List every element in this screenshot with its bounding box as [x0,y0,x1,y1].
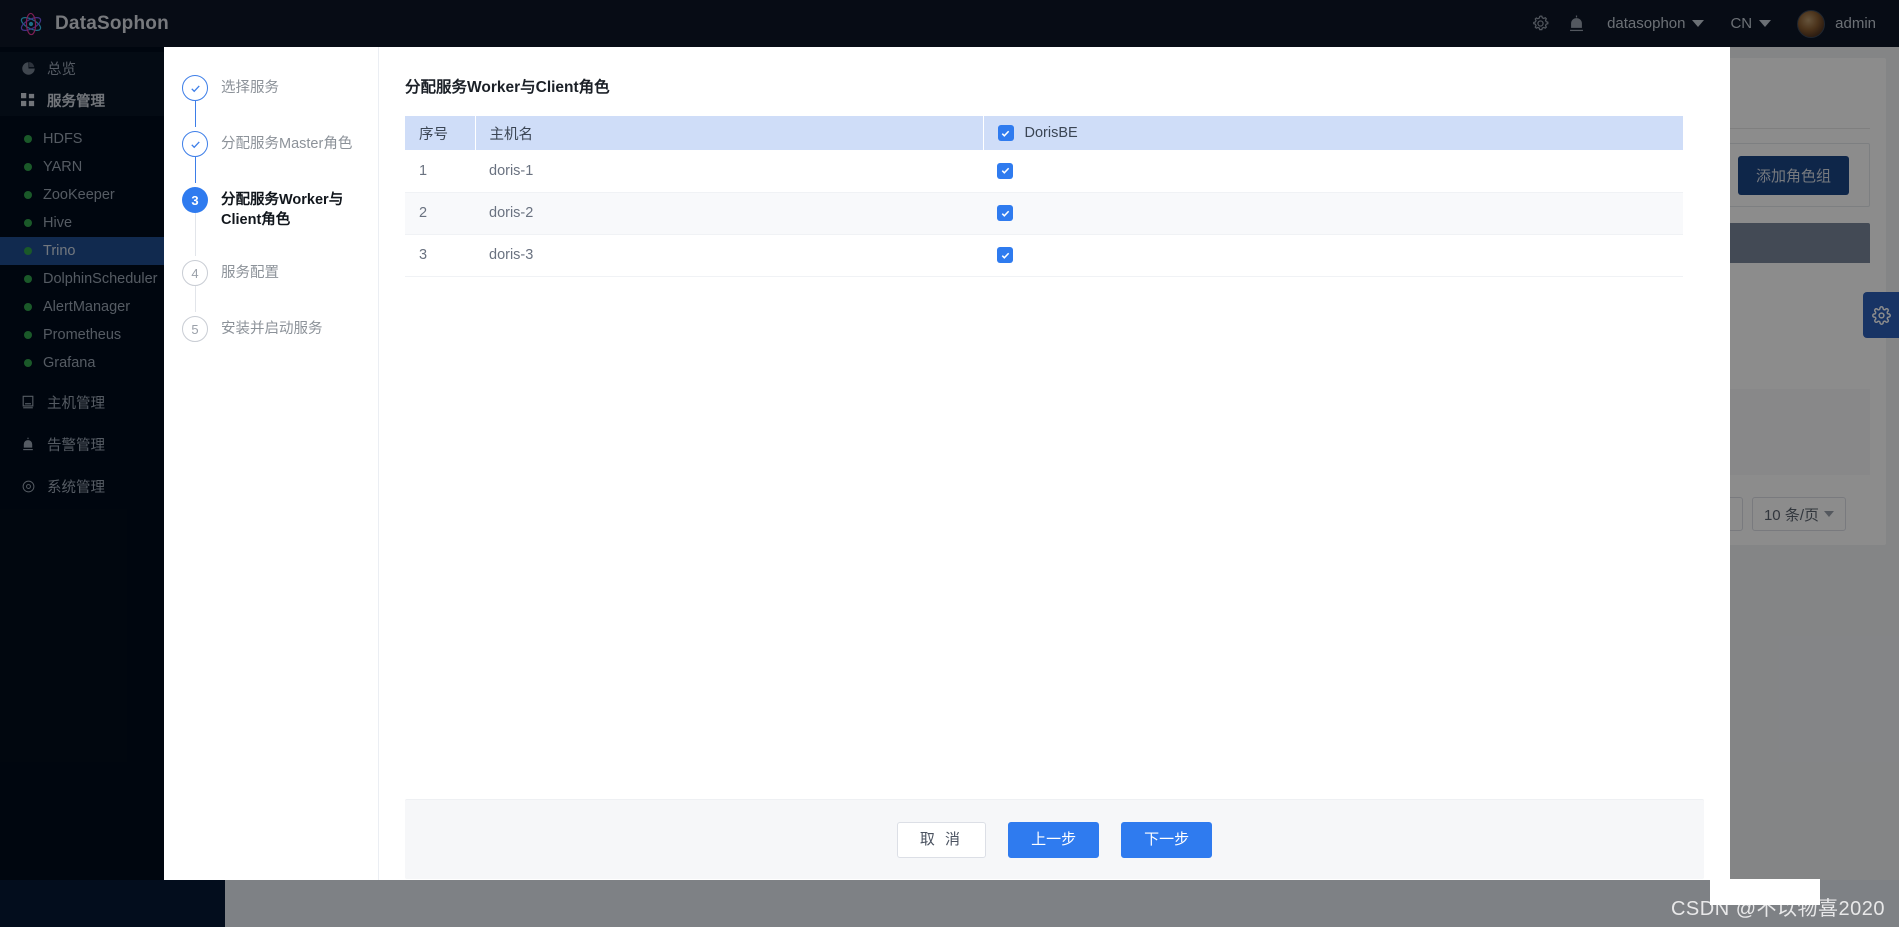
table-header-row: 序号 主机名 DorisBE [405,116,1683,150]
previous-step-button[interactable]: 上一步 [1008,821,1100,858]
cell-dorisbe [983,234,1683,277]
table-row: 2 doris-2 [405,192,1683,235]
step-connector [194,213,196,256]
host-role-table: 序号 主机名 DorisBE 1 doris-1 2 doris-2 3 dor… [405,116,1683,277]
cell-index: 3 [405,234,475,277]
column-header-hostname: 主机名 [475,116,984,150]
cell-dorisbe [983,150,1683,193]
step-connector [194,101,196,127]
check-icon [182,131,208,157]
table-row: 1 doris-1 [405,150,1683,193]
cell-hostname: doris-3 [475,234,983,277]
cell-hostname: doris-1 [475,150,983,193]
wizard-step-label: 分配服务Worker与Client角色 [221,192,344,228]
wizard-pane-body: 分配服务Worker与Client角色 序号 主机名 DorisBE 1 dor… [379,47,1730,799]
desktop-taskbar [0,880,1899,927]
step-connector [194,286,196,312]
step-connector [194,157,196,183]
step-number-badge: 5 [182,316,208,342]
table-body: 1 doris-1 2 doris-2 3 doris-3 [405,150,1683,277]
next-step-button[interactable]: 下一步 [1121,821,1213,858]
step-number-badge: 3 [182,187,208,213]
wizard-step-label: 分配服务Master角色 [221,136,353,152]
row-checkbox[interactable] [997,205,1013,222]
cell-index: 1 [405,150,475,193]
column-header-label: DorisBE [1024,125,1078,141]
wizard-step-label: 安装并启动服务 [221,321,323,337]
wizard-footer: 取 消 上一步 下一步 [405,799,1704,879]
wizard-step-2[interactable]: 分配服务Master角色 [182,131,378,187]
cell-index: 2 [405,192,475,235]
row-checkbox[interactable] [997,247,1013,264]
wizard-steps: 选择服务 分配服务Master角色 3 分配服务Worker与Client角色 … [164,47,379,905]
app-root: 添加角色组 › 10 条/页 [0,0,1899,927]
install-wizard-modal: 选择服务 分配服务Master角色 3 分配服务Worker与Client角色 … [164,47,1730,905]
cell-hostname: doris-2 [475,192,983,235]
check-icon [182,75,208,101]
table-row: 3 doris-3 [405,234,1683,277]
cell-dorisbe [983,192,1683,235]
cancel-button[interactable]: 取 消 [896,821,987,858]
wizard-step-label: 服务配置 [221,265,279,281]
page-title: 分配服务Worker与Client角色 [405,79,610,96]
taskbar-notch [1710,879,1820,905]
wizard-step-5[interactable]: 5 安装并启动服务 [182,316,378,342]
table-head: 序号 主机名 DorisBE [405,116,1683,150]
select-all-checkbox[interactable] [997,125,1014,141]
wizard-step-label: 选择服务 [221,80,279,96]
step-number-badge: 4 [182,260,208,286]
column-header-index: 序号 [405,116,476,150]
wizard-step-1[interactable]: 选择服务 [182,75,378,131]
taskbar-left-block [0,880,225,927]
wizard-pane: 分配服务Worker与Client角色 序号 主机名 DorisBE 1 dor… [379,47,1730,905]
row-checkbox[interactable] [997,162,1013,179]
column-header-dorisbe: DorisBE [983,116,1683,150]
wizard-step-3[interactable]: 3 分配服务Worker与Client角色 [182,187,378,260]
wizard-step-4[interactable]: 4 服务配置 [182,260,378,316]
